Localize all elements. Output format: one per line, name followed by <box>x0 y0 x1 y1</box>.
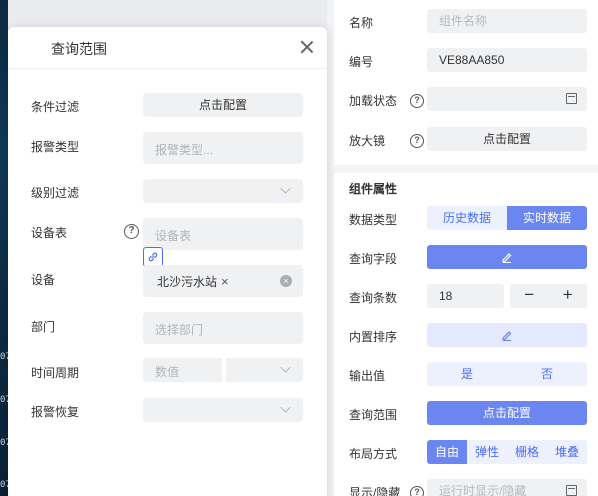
code-input[interactable]: VE88AA850 <box>427 48 587 72</box>
help-icon[interactable]: ? <box>410 486 424 496</box>
name-label: 名称 <box>349 16 374 30</box>
output-value-label: 输出值 <box>349 369 386 383</box>
show-hide-input[interactable]: 运行时显示/隐藏 <box>427 479 587 496</box>
edit-icon <box>502 331 512 342</box>
query-count-stepper: − + <box>510 284 587 308</box>
data-type-toggle: 历史数据 实时数据 <box>427 206 587 230</box>
layout-mode-toggle: 自由 弹性 栅格 堆叠 <box>427 440 587 464</box>
field-divider <box>222 358 226 382</box>
layout-option-stack[interactable]: 堆叠 <box>547 440 587 464</box>
department-label: 部门 <box>31 320 56 334</box>
department-select[interactable]: 选择部门 <box>143 312 303 344</box>
query-field-edit-button[interactable] <box>427 245 587 269</box>
section-divider <box>334 165 598 173</box>
builtin-sort-label: 内置排序 <box>349 330 398 344</box>
component-properties-title: 组件属性 <box>349 182 398 196</box>
edit-icon <box>502 253 512 264</box>
query-field-label: 查询字段 <box>349 252 398 266</box>
help-icon[interactable]: ? <box>410 134 424 148</box>
condition-filter-label: 条件过滤 <box>31 100 80 114</box>
show-hide-placeholder: 运行时显示/隐藏 <box>439 484 527 496</box>
data-type-option-realtime[interactable]: 实时数据 <box>507 206 587 230</box>
alarm-type-label: 报警类型 <box>31 140 80 154</box>
magnifier-config-button[interactable]: 点击配置 <box>427 127 587 151</box>
close-icon[interactable] <box>299 39 315 55</box>
chevron-down-icon <box>280 402 291 413</box>
panel-gap <box>327 0 334 496</box>
query-range-dialog: 查询范围 条件过滤 点击配置 报警类型 报警类型... 级别过滤 设备表 ? 设… <box>8 27 327 496</box>
device-table-placeholder: 设备表 <box>155 229 192 243</box>
time-period-placeholder: 数值 <box>155 365 180 379</box>
load-state-input[interactable] <box>427 87 587 111</box>
chevron-down-icon[interactable] <box>280 362 291 373</box>
remove-tag-icon[interactable]: × <box>221 274 229 289</box>
code-label: 编号 <box>349 55 374 69</box>
decrement-button[interactable]: − <box>510 284 549 308</box>
output-value-option-no[interactable]: 否 <box>507 362 587 386</box>
help-icon[interactable]: ? <box>410 94 424 108</box>
builtin-sort-edit-button[interactable] <box>427 323 587 347</box>
query-count-label: 查询条数 <box>349 291 398 305</box>
device-select[interactable]: 北沙污水站 × × <box>143 265 303 297</box>
alarm-type-input[interactable]: 报警类型... <box>143 132 303 164</box>
calendar-icon[interactable] <box>566 93 577 104</box>
clear-icon[interactable]: × <box>280 275 292 287</box>
query-range-config-button[interactable]: 点击配置 <box>427 401 587 425</box>
magnifier-label: 放大镜 <box>349 134 386 148</box>
device-tag-label: 北沙污水站 <box>157 275 218 289</box>
output-value-toggle: 是 否 <box>427 362 587 386</box>
level-filter-select[interactable] <box>143 179 303 203</box>
device-tag: 北沙污水站 × <box>157 273 229 290</box>
calendar-icon[interactable] <box>566 485 577 496</box>
increment-button[interactable]: + <box>549 284 588 308</box>
data-type-option-history[interactable]: 历史数据 <box>427 206 507 230</box>
load-state-label: 加载状态 <box>349 94 398 108</box>
department-placeholder: 选择部门 <box>155 323 204 337</box>
time-period-input[interactable]: 数值 <box>143 358 303 382</box>
level-filter-label: 级别过滤 <box>31 186 80 200</box>
alarm-recover-label: 报警恢复 <box>31 405 80 419</box>
device-table-label: 设备表 <box>31 226 68 240</box>
link-icon[interactable] <box>143 247 163 267</box>
chevron-down-icon <box>280 183 291 194</box>
help-icon[interactable]: ? <box>124 224 139 239</box>
alarm-type-placeholder: 报警类型... <box>155 143 214 157</box>
layout-option-free[interactable]: 自由 <box>427 440 467 464</box>
data-type-label: 数据类型 <box>349 213 398 227</box>
condition-filter-config-button[interactable]: 点击配置 <box>143 93 303 117</box>
show-hide-label: 显示/隐藏 <box>349 486 401 496</box>
layout-mode-label: 布局方式 <box>349 447 398 461</box>
dialog-title: 查询范围 <box>51 41 107 57</box>
layout-option-grid[interactable]: 栅格 <box>507 440 547 464</box>
device-table-input[interactable]: 设备表 <box>143 218 303 250</box>
query-count-input[interactable]: 18 <box>427 284 504 308</box>
layout-option-flex[interactable]: 弹性 <box>467 440 507 464</box>
property-panel: 名称 组件名称 编号 VE88AA850 加载状态 ? 放大镜 ? 点击配置 组… <box>334 0 598 496</box>
time-period-label: 时间周期 <box>31 366 80 380</box>
name-input[interactable]: 组件名称 <box>427 9 587 33</box>
dialog-header: 查询范围 <box>8 27 327 69</box>
device-label: 设备 <box>31 273 56 287</box>
query-range-label: 查询范围 <box>349 408 398 422</box>
alarm-recover-select[interactable] <box>143 398 303 422</box>
canvas-background: 07 07 07 07 <box>0 0 11 496</box>
output-value-option-yes[interactable]: 是 <box>427 362 507 386</box>
